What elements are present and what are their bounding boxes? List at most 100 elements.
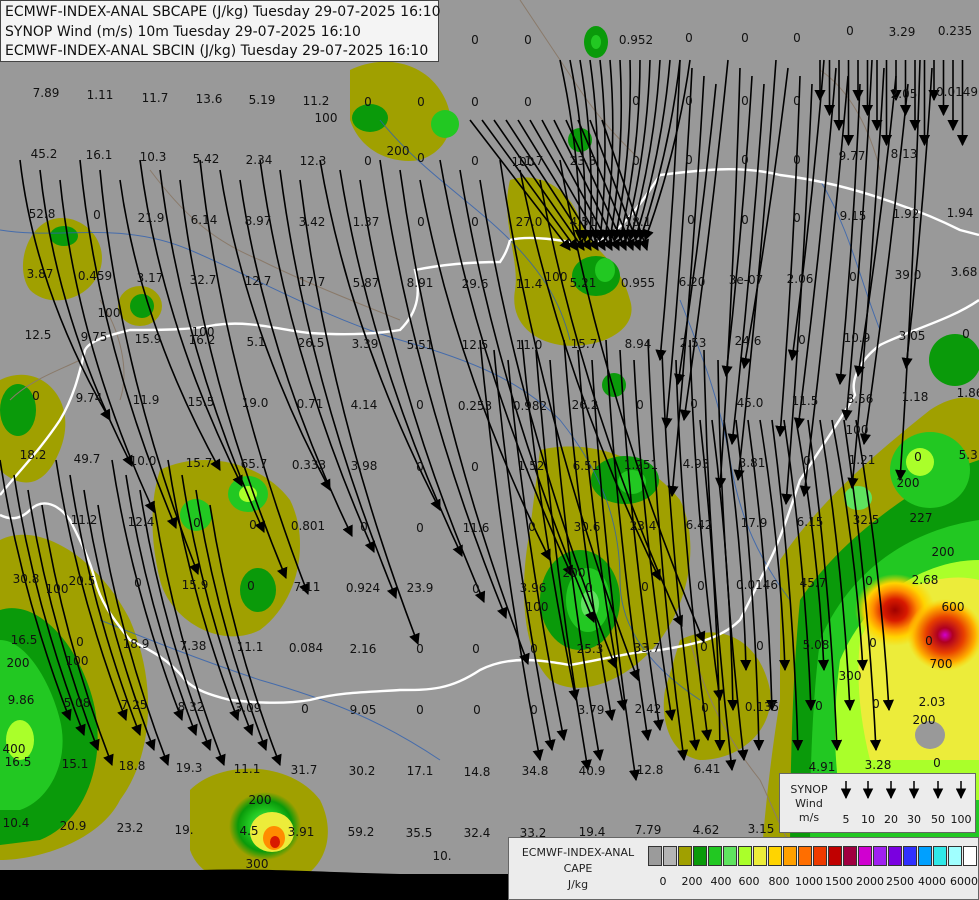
cin-value-label: 3.09 <box>235 701 262 715</box>
cin-value-label: 1.92 <box>893 207 920 221</box>
cin-value-label: 5.08 <box>803 638 830 652</box>
cin-value-label: 0 <box>741 153 749 167</box>
cin-value-label: 45.0 <box>737 396 764 410</box>
cin-value-label: 11.5 <box>792 394 819 408</box>
cin-value-label: 0 <box>472 582 480 596</box>
cin-value-label: 40.9 <box>579 764 606 778</box>
cin-value-label: 2.42 <box>635 702 662 716</box>
title-cin: ECMWF-INDEX-ANAL SBCIN (J/kg) Tuesday 29… <box>5 43 429 59</box>
cin-value-label: 0 <box>417 151 425 165</box>
cin-value-label: 0 <box>798 333 806 347</box>
cin-value-label: 45.7 <box>800 576 827 590</box>
cin-value-label: 0 <box>933 756 941 770</box>
cin-value-label: 0.952 <box>619 33 653 47</box>
cin-value-label: 0 <box>632 154 640 168</box>
cin-value-label: 0 <box>872 697 880 711</box>
cin-value-label: 100 <box>315 111 338 125</box>
cin-value-label: 0 <box>530 642 538 656</box>
cin-value-label: 0.084 <box>289 641 323 655</box>
cin-value-label: 34.8 <box>522 764 549 778</box>
cin-value-label: 7.11 <box>294 580 321 594</box>
cin-value-label: 0.955 <box>621 276 655 290</box>
cin-value-label: 30.6 <box>574 520 601 534</box>
cin-value-label: 0 <box>301 702 309 716</box>
cin-value-label: 0 <box>472 642 480 656</box>
wind-tick-10: 10 <box>861 813 875 826</box>
cin-value-label: 2.16 <box>350 642 377 656</box>
cin-value-label: 18.2 <box>20 448 47 462</box>
cin-value-label: 12.5 <box>462 338 489 352</box>
cin-value-label: 0.924 <box>346 581 380 595</box>
cin-value-label: 0 <box>636 398 644 412</box>
cin-value-label: 3.81 <box>739 456 766 470</box>
cin-value-label: 5.21 <box>570 276 597 290</box>
cin-value-label: 35.5 <box>406 826 433 840</box>
cin-value-label: 7.38 <box>180 639 207 653</box>
cin-value-label: 16.5 <box>11 633 38 647</box>
cin-value-label: 17.9 <box>741 516 768 530</box>
cape-color-swatch <box>948 846 962 866</box>
cin-value-label: 17.1 <box>407 764 434 778</box>
cin-value-label: 0 <box>685 94 693 108</box>
cin-value-label: 0 <box>528 520 536 534</box>
cin-value-label: 20.9 <box>60 819 87 833</box>
cape-color-swatch <box>813 846 827 866</box>
cin-value-label: 23.4 <box>630 519 657 533</box>
cin-value-label: 45.2 <box>31 147 58 161</box>
cin-value-label: 11.0 <box>516 338 543 352</box>
cin-value-label: 3.79 <box>578 703 605 717</box>
cin-value-label: 0 <box>865 574 873 588</box>
cin-value-label: 0.253 <box>458 399 492 413</box>
cin-value-label: 32.4 <box>464 826 491 840</box>
cin-value-label: 10. <box>432 849 451 863</box>
cin-value-label: 0 <box>685 153 693 167</box>
cape-color-swatch <box>693 846 707 866</box>
cin-value-label: 9.15 <box>840 209 867 223</box>
cin-value-label: 0 <box>756 639 764 653</box>
cin-value-label: 3e-07 <box>729 273 764 287</box>
cin-value-label: 0.135 <box>745 700 779 714</box>
cin-value-label: 10.3 <box>140 150 167 164</box>
cin-value-label: 6.15 <box>797 515 824 529</box>
cin-value-label: 4.51 <box>570 215 597 229</box>
wind-tick-30: 30 <box>907 813 921 826</box>
cin-value-label: 7.79 <box>635 823 662 837</box>
cin-value-label: 4.91 <box>809 760 836 774</box>
cin-value-label: 52.8 <box>29 207 56 221</box>
cin-value-label: 3.87 <box>27 267 54 281</box>
cin-value-label: 0 <box>32 389 40 403</box>
cin-value-label: 0 <box>471 460 479 474</box>
cape-color-swatch <box>963 846 977 866</box>
cin-value-label: 0 <box>741 94 749 108</box>
cin-value-label: 100 <box>46 582 69 596</box>
cin-value-label: 19.0 <box>242 396 269 410</box>
cin-value-label: 10.0 <box>130 454 157 468</box>
cin-value-label: 15.9 <box>182 578 209 592</box>
cin-value-label: 59.2 <box>348 825 375 839</box>
cin-value-label: 600 <box>942 600 965 614</box>
cin-value-label: 0 <box>741 31 749 45</box>
cin-value-label: 0.801 <box>291 519 325 533</box>
cin-value-label: 65.7 <box>241 457 268 471</box>
cin-value-label: 2.06 <box>787 272 814 286</box>
cin-value-label: 700 <box>930 657 953 671</box>
cin-value-label: 0 <box>793 31 801 45</box>
cape-color-swatch <box>858 846 872 866</box>
cin-value-label: 8.94 <box>625 337 652 351</box>
cape-color-swatch <box>843 846 857 866</box>
cin-value-label: 16.5 <box>5 755 32 769</box>
cin-value-label: 200 <box>387 144 410 158</box>
cin-value-label: 19. <box>174 823 193 837</box>
cin-value-label: 0 <box>741 213 749 227</box>
cin-value-label: 0 <box>471 215 479 229</box>
cin-value-label: 39.0 <box>895 268 922 282</box>
cin-value-label: 5.87 <box>353 276 380 290</box>
cin-value-label: 7.89 <box>33 86 60 100</box>
cin-value-label: 11.6 <box>463 521 490 535</box>
cin-value-label: 18.8 <box>119 759 146 773</box>
cin-value-label: 11.2 <box>303 94 330 108</box>
cin-value-label: 32.5 <box>853 513 880 527</box>
cin-value-label: 8.91 <box>407 276 434 290</box>
cin-value-label: 1.37 <box>353 215 380 229</box>
cin-value-label: 0 <box>962 327 970 341</box>
